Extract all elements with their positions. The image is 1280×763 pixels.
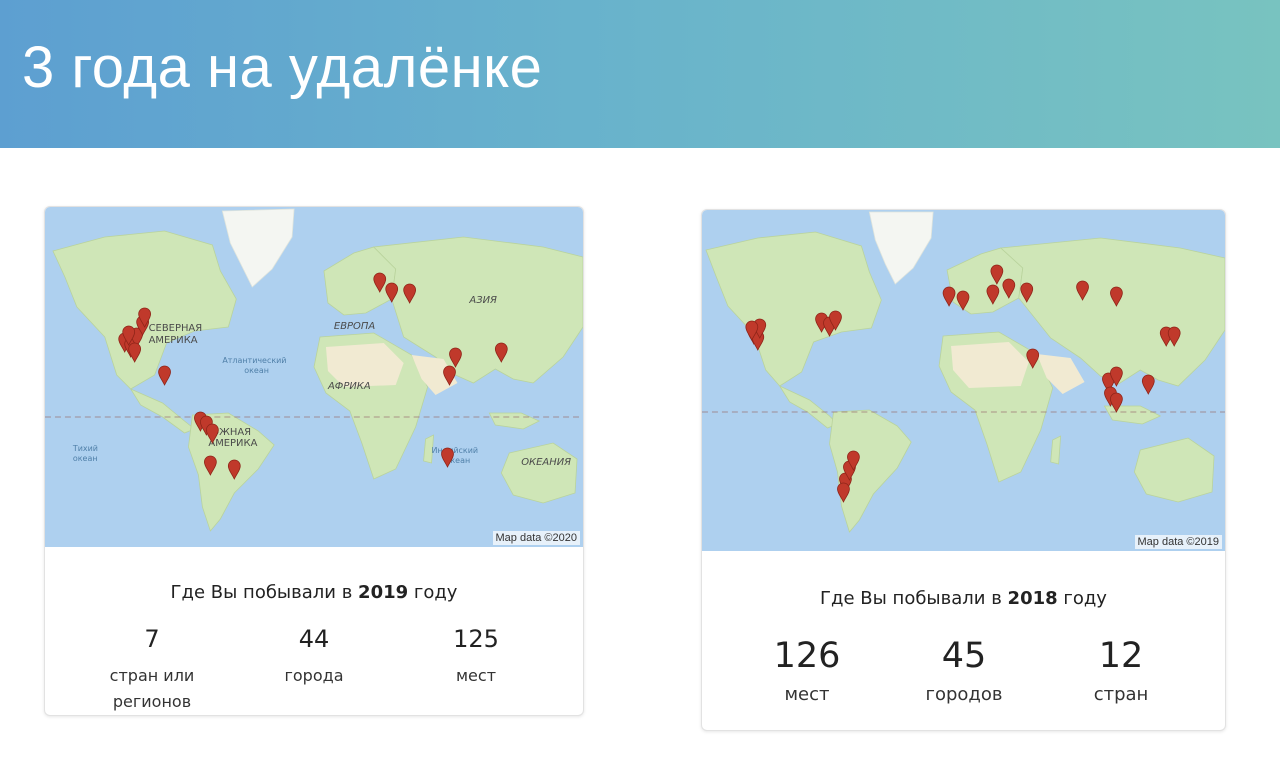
stat-value: 126 — [773, 636, 841, 676]
stat-value: 7 — [144, 625, 160, 653]
slide-header: 3 года на удалёнке — [0, 0, 1280, 148]
stat-value: 125 — [453, 625, 499, 653]
label-indian: Индийский — [432, 446, 479, 455]
label-oceania: ОКЕАНИЯ — [521, 457, 571, 468]
stat-value: 44 — [298, 625, 330, 653]
stat-cities: 45 городов — [889, 636, 1039, 705]
label-europe: ЕВРОПА — [334, 321, 375, 332]
stat-places: 125 мест — [401, 625, 551, 689]
stat-label: города — [284, 666, 344, 685]
card-title: Где Вы побывали в 2019 году — [170, 582, 458, 603]
label-north-america-2: АМЕРИКА — [149, 335, 198, 346]
label-atlantic: Атлантический — [222, 356, 286, 365]
stat-label: мест — [455, 666, 497, 685]
stat-label: стран или регионов — [109, 666, 195, 711]
stat-label: мест — [784, 684, 830, 705]
stat-value: 45 — [941, 636, 987, 676]
stat-countries: 12 стран — [1046, 636, 1196, 705]
world-map-2019[interactable]: СЕВЕРНАЯ АМЕРИКА ЮЖНАЯ АМЕРИКА ЕВРОПА АЗ… — [45, 207, 583, 547]
world-map-svg — [702, 210, 1225, 551]
map-attribution[interactable]: Map data ©2020 — [492, 531, 580, 545]
stat-places: 126 мест — [732, 636, 882, 705]
stat-value: 12 — [1098, 636, 1144, 676]
stat-cities: 44 города — [239, 625, 389, 689]
stat-countries: 7 стран или регионов — [77, 625, 227, 715]
map-attribution[interactable]: Map data ©2019 — [1134, 535, 1222, 549]
label-south-america-2: АМЕРИКА — [208, 438, 257, 449]
label-asia: АЗИЯ — [468, 295, 497, 306]
slide-title: 3 года на удалёнке — [22, 35, 543, 100]
visited-places-card-2019[interactable]: СЕВЕРНАЯ АМЕРИКА ЮЖНАЯ АМЕРИКА ЕВРОПА АЗ… — [44, 206, 584, 716]
label-atlantic-2: океан — [244, 366, 269, 375]
label-pacific-2: океан — [73, 454, 98, 463]
world-map-svg: СЕВЕРНАЯ АМЕРИКА ЮЖНАЯ АМЕРИКА ЕВРОПА АЗ… — [45, 207, 583, 547]
label-pacific: Тихий — [72, 444, 98, 453]
label-north-america: СЕВЕРНАЯ — [149, 323, 203, 334]
stat-label: стран — [1093, 684, 1149, 705]
card-title: Где Вы побывали в 2018 году — [820, 588, 1107, 609]
stat-label: городов — [925, 684, 1003, 705]
visited-places-card-2018[interactable]: Map data ©2019 Где Вы побывали в 2018 го… — [701, 209, 1226, 731]
world-map-2018[interactable]: Map data ©2019 — [702, 210, 1225, 551]
label-africa: АФРИКА — [327, 381, 371, 392]
